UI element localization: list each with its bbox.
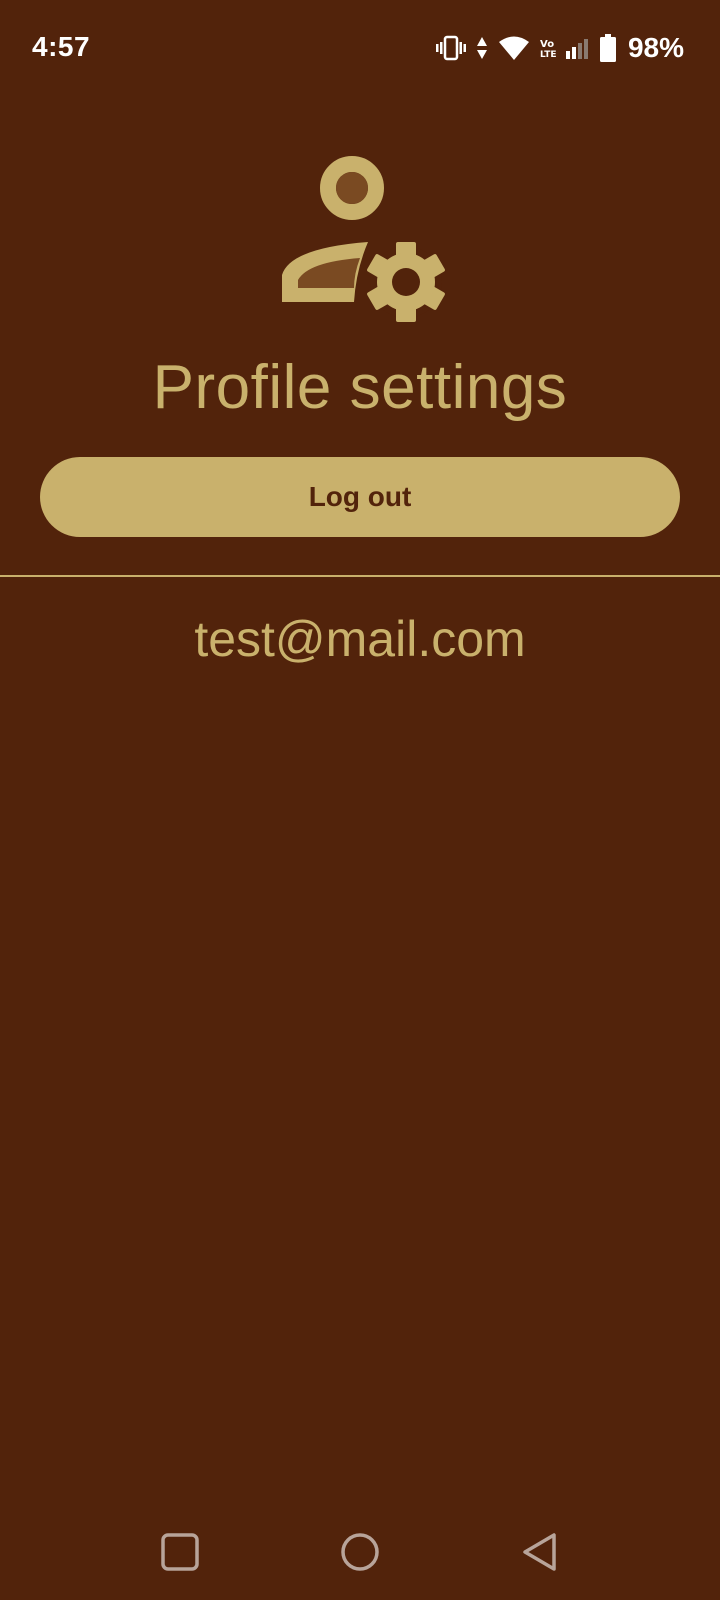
- divider: [0, 575, 720, 577]
- cell-signal-icon: [565, 37, 590, 59]
- home-icon[interactable]: [336, 1528, 384, 1576]
- status-bar: 4:57 Vo LTE 98%: [0, 0, 720, 100]
- profile-settings-screen: 4:57 Vo LTE 98% Profile settings Log out…: [0, 0, 720, 1600]
- back-icon[interactable]: [516, 1528, 564, 1576]
- data-arrows-icon: [476, 36, 488, 60]
- logout-button[interactable]: Log out: [40, 457, 680, 537]
- battery-icon: [599, 34, 616, 62]
- vibrate-icon: [435, 35, 466, 61]
- navigation-bar: [0, 1510, 720, 1600]
- status-icons: Vo LTE 98%: [435, 30, 684, 66]
- svg-text:LTE: LTE: [540, 50, 556, 59]
- recents-icon[interactable]: [156, 1528, 204, 1576]
- svg-text:Vo: Vo: [540, 39, 554, 50]
- volte-icon: Vo LTE: [540, 37, 556, 59]
- account-email: test@mail.com: [194, 611, 526, 667]
- page-title: Profile settings: [152, 353, 568, 422]
- manage-accounts-icon: [280, 150, 450, 330]
- battery-percent: 98%: [627, 32, 684, 63]
- wifi-icon: [498, 35, 530, 61]
- status-time: 4:57: [32, 31, 91, 62]
